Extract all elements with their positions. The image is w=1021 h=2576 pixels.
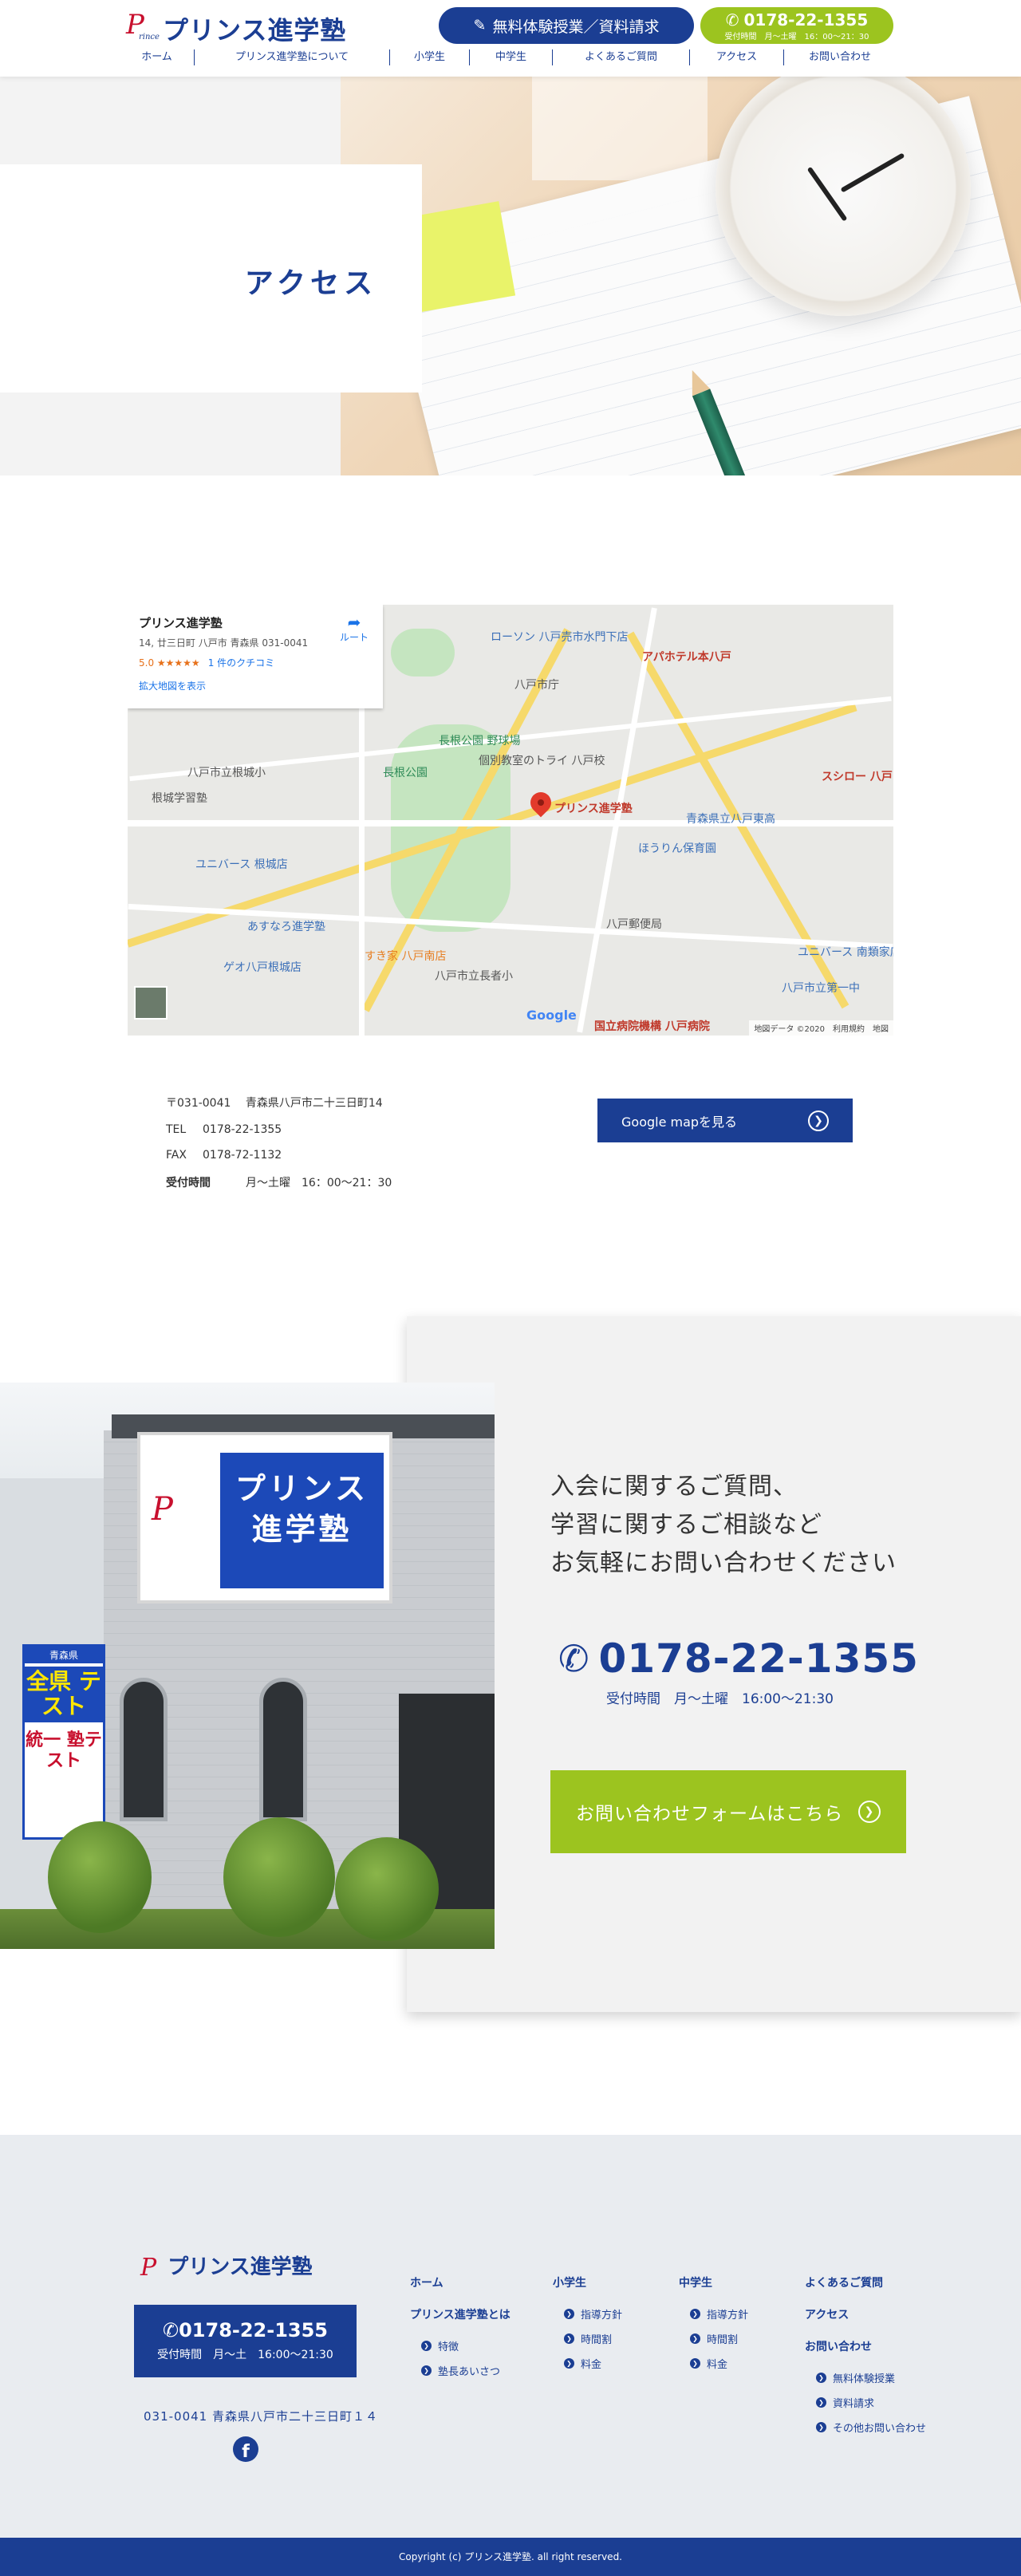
copyright-bar: Copyright (c) プリンス進学塾. all right reserve… — [0, 2538, 1021, 2576]
footer-link-policy[interactable]: ❯ 指導方針 — [564, 2306, 622, 2322]
reviews-link[interactable]: 1 件のクチコミ — [208, 657, 274, 669]
map-pin-label: プリンス進学塾 — [554, 803, 633, 815]
footer-link-trial[interactable]: ❯ 無料体験授業 — [816, 2370, 926, 2385]
hero-section: アクセス — [0, 77, 1021, 475]
place-rating: 5.0 ★★★★★ 1 件のクチコミ — [139, 657, 275, 669]
map-attribution: 地図データ ©2020 利用規約 地図 — [749, 1020, 893, 1036]
pencil-icon: ✎ — [473, 17, 487, 34]
chevron-right-icon: ❯ — [690, 2309, 700, 2319]
contact-phone[interactable]: ✆ 0178-22-1355 — [558, 1635, 919, 1682]
footer-col-about: ホーム プリンス進学塾とは ❯ 特徴 ❯ 塾長あいさつ — [410, 2274, 510, 2388]
place-name: プリンス進学塾 — [139, 616, 223, 630]
fax-line: FAX 0178-72-1132 — [166, 1149, 282, 1162]
arrow-right-icon: ❯ — [858, 1801, 881, 1823]
footer-link-faq[interactable]: よくあるご質問 — [805, 2274, 926, 2290]
trial-request-button[interactable]: ✎ 無料体験授業／資料請求 — [439, 7, 694, 44]
school-building-photo: P プリンス 進学塾 青森県 全県 テスト 統一 塾テスト — [0, 1383, 495, 1949]
tel-line: TEL 0178-22-1355 — [166, 1123, 282, 1136]
larger-map-link[interactable]: 拡大地図を表示 — [139, 679, 372, 692]
nav-home[interactable]: ホーム — [120, 49, 195, 65]
arrow-right-icon: ❯ — [808, 1110, 829, 1131]
hero-title-box: アクセス — [0, 164, 422, 393]
nav-access[interactable]: アクセス — [690, 49, 784, 65]
contact-message: 入会に関するご質問、 学習に関するご相談など お気軽にお問い合わせください — [550, 1473, 897, 1577]
google-map-embed[interactable]: ローソン 八戸売市水門下店 アパホテル本八戸 八戸市庁 根城学習塾 長根公園 長… — [128, 605, 893, 1036]
chevron-right-icon: ❯ — [690, 2358, 700, 2369]
footer-link-junior[interactable]: 中学生 — [679, 2274, 748, 2290]
site-footer: P プリンス進学塾 ✆0178-22-1355 受付時間 月〜土 16:00〜2… — [0, 2135, 1021, 2538]
chevron-right-icon: ❯ — [816, 2373, 826, 2383]
chevron-right-icon: ❯ — [421, 2365, 432, 2376]
phone-icon: ✆ — [162, 2319, 179, 2341]
footer-link-features[interactable]: ❯ 特徴 — [421, 2338, 510, 2353]
place-address: 14, 廿三日町 八戸市 青森県 031-0041 — [139, 637, 309, 649]
site-logo[interactable]: P rince プリンス進学塾 — [126, 11, 346, 43]
contact-hours: 受付時間 月〜土曜 16:00〜21:30 — [606, 1691, 834, 1707]
footer-col-elementary: 小学生 ❯ 指導方針 ❯ 時間割 ❯ 料金 — [553, 2274, 622, 2381]
footer-link-greeting[interactable]: ❯ 塾長あいさつ — [421, 2363, 510, 2378]
footer-col-info: よくあるご質問 アクセス お問い合わせ ❯ 無料体験授業 ❯ 資料請求 ❯ その他お問… — [805, 2274, 926, 2444]
footer-link-timetable[interactable]: ❯ 時間割 — [564, 2331, 622, 2346]
logo-text: プリンス進学塾 — [163, 15, 347, 45]
google-map-button[interactable]: Google mapを見る ❯ — [597, 1099, 853, 1142]
chevron-right-icon: ❯ — [816, 2422, 826, 2432]
chevron-right-icon: ❯ — [816, 2397, 826, 2408]
nav-contact[interactable]: お問い合わせ — [784, 49, 896, 65]
logo-mark-icon: P — [140, 2254, 157, 2282]
nav-elementary[interactable]: 小学生 — [390, 49, 470, 65]
footer-link-brochure[interactable]: ❯ 資料請求 — [816, 2395, 926, 2410]
footer-link-policy[interactable]: ❯ 指導方針 — [690, 2306, 748, 2322]
chevron-right-icon: ❯ — [690, 2333, 700, 2344]
footer-link-contact[interactable]: お問い合わせ — [805, 2338, 926, 2354]
hours-line: 受付時間 月〜土曜 16：00〜21：30 — [166, 1177, 392, 1189]
footer-link-about[interactable]: プリンス進学塾とは — [410, 2306, 510, 2322]
chevron-right-icon: ❯ — [564, 2358, 574, 2369]
phone-icon: ✆ — [725, 10, 739, 30]
footer-address: 031-0041 青森県八戸市二十三日町１４ — [144, 2409, 378, 2424]
satellite-toggle[interactable] — [134, 986, 168, 1020]
footer-link-other-inquiry[interactable]: ❯ その他お問い合わせ — [816, 2420, 926, 2435]
zip-address: 〒031-0041 青森県八戸市二十三日町14 — [166, 1097, 383, 1110]
address-block: 〒031-0041 青森県八戸市二十三日町14 TEL 0178-22-1355 … — [166, 1095, 392, 1203]
test-banner: 青森県 全県 テスト 統一 塾テスト — [22, 1644, 105, 1840]
page-title: アクセス — [244, 267, 377, 300]
phone-icon: ✆ — [558, 1637, 589, 1680]
header-phone-button[interactable]: ✆ 0178-22-1355 受付時間 月〜土曜 16：00〜21：30 — [700, 7, 893, 44]
chevron-right-icon: ❯ — [564, 2333, 574, 2344]
site-header: P rince プリンス進学塾 ✎ 無料体験授業／資料請求 ✆ 0178-22-1… — [0, 0, 1021, 77]
nav-faq[interactable]: よくあるご質問 — [553, 49, 690, 65]
google-logo: Google — [526, 1008, 577, 1023]
footer-link-home[interactable]: ホーム — [410, 2274, 510, 2290]
footer-logo[interactable]: P プリンス進学塾 — [140, 2251, 313, 2280]
hero-photo — [341, 77, 1021, 475]
footer-link-fees[interactable]: ❯ 料金 — [564, 2356, 622, 2371]
contact-form-button[interactable]: お問い合わせフォームはこちら ❯ — [550, 1770, 906, 1853]
footer-link-timetable[interactable]: ❯ 時間割 — [690, 2331, 748, 2346]
directions-icon: ➦ — [347, 613, 361, 632]
school-sign: P プリンス 進学塾 — [137, 1432, 392, 1604]
chevron-right-icon: ❯ — [421, 2341, 432, 2351]
global-nav: ホーム プリンス進学塾について 小学生 中学生 よくあるご質問 アクセス お問い… — [120, 49, 901, 66]
nav-junior-high[interactable]: 中学生 — [470, 49, 553, 65]
footer-col-junior: 中学生 ❯ 指導方針 ❯ 時間割 ❯ 料金 — [679, 2274, 748, 2381]
footer-link-fees[interactable]: ❯ 料金 — [690, 2356, 748, 2371]
facebook-icon[interactable]: f — [233, 2436, 258, 2462]
footer-link-elementary[interactable]: 小学生 — [553, 2274, 622, 2290]
chevron-right-icon: ❯ — [564, 2309, 574, 2319]
directions-button[interactable]: ➦ ルート — [340, 614, 369, 644]
footer-link-access[interactable]: アクセス — [805, 2306, 926, 2322]
map-pin-icon[interactable] — [526, 787, 556, 821]
map-place-card: プリンス進学塾 14, 廿三日町 八戸市 青森県 031-0041 5.0 ★★… — [128, 605, 383, 708]
nav-about[interactable]: プリンス進学塾について — [195, 49, 390, 65]
logo-mark-icon: P rince — [126, 9, 160, 41]
footer-phone-box[interactable]: ✆0178-22-1355 受付時間 月〜土 16:00〜21:30 — [134, 2305, 357, 2377]
